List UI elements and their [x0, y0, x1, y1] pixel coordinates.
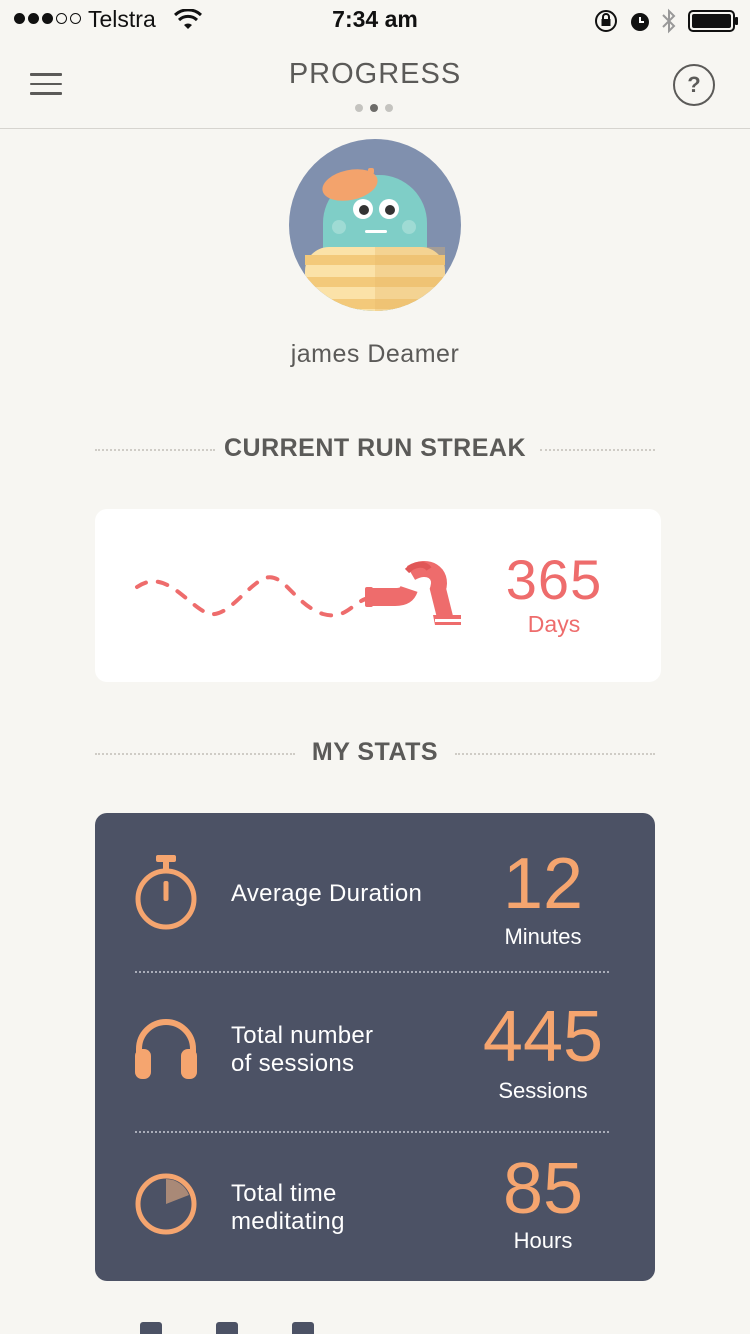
streak-count: 365 [505, 548, 603, 611]
headphones-icon [135, 1019, 197, 1079]
stat-unit: Sessions [498, 1078, 588, 1103]
streak-unit: Days [527, 611, 581, 637]
help-button[interactable]: ? [673, 64, 715, 106]
page-indicator [355, 104, 393, 112]
streak-section-header: CURRENT RUN STREAK [95, 434, 655, 464]
stats-card: Average Duration 12 Minutes Total number… [95, 813, 655, 1281]
stat-row-average-duration: Average Duration 12 Minutes [95, 813, 655, 973]
stat-label: Total number of sessions [231, 1022, 374, 1077]
stopwatch-icon [135, 855, 197, 930]
pie-clock-icon [135, 1173, 197, 1235]
page-title: PROGRESS [288, 58, 462, 90]
stats-section-header: MY STATS [95, 738, 655, 768]
stat-value: 12 [502, 844, 584, 924]
streak-card: 365 Days [95, 509, 661, 682]
stats-section-title: MY STATS [311, 738, 439, 766]
status-bar: Telstra 7:34 am [0, 0, 750, 40]
stat-unit: Minutes [504, 924, 582, 949]
battery-icon [688, 10, 738, 32]
avatar[interactable] [289, 139, 461, 311]
running-legs-icon [135, 561, 461, 625]
stat-row-total-time: Total time meditating 85 Hours [95, 1133, 655, 1281]
stat-row-total-sessions: Total number of sessions 445 Sessions [95, 973, 655, 1133]
streak-section-title: CURRENT RUN STREAK [223, 434, 527, 462]
stat-unit: Hours [513, 1228, 573, 1253]
stat-value: 445 [482, 997, 604, 1077]
rotation-lock-icon [595, 10, 617, 32]
stat-label: Total time meditating [231, 1180, 345, 1235]
stat-label: Average Duration [231, 880, 423, 907]
bottom-content-peek [140, 1322, 314, 1334]
page-dot [385, 104, 393, 112]
bluetooth-icon [662, 8, 676, 34]
stat-value: 85 [502, 1149, 584, 1229]
page-dot-active [370, 104, 378, 112]
user-name: james Deamer [290, 340, 460, 368]
page-dot [355, 104, 363, 112]
alarm-icon [631, 13, 649, 31]
nav-bar: PROGRESS ? [0, 40, 750, 129]
